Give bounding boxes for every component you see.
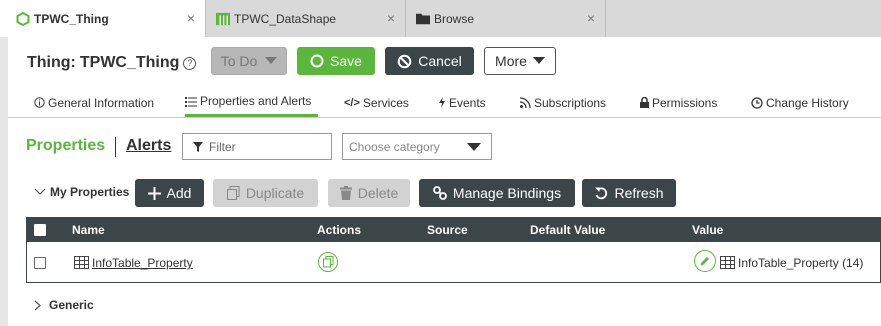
- refresh-label: Refresh: [614, 185, 664, 201]
- editor-tab-bar: TPWC_Thing × TPWC_DataShape × Browse ×: [0, 0, 881, 37]
- chevron-down-icon: [34, 188, 46, 195]
- trash-icon: [339, 186, 352, 200]
- clock-icon: [751, 96, 763, 109]
- left-edge-stripe: [0, 37, 8, 326]
- delete-label: Delete: [357, 185, 399, 201]
- generic-section-toggle[interactable]: Generic: [34, 298, 94, 312]
- filter-icon: [193, 141, 203, 152]
- my-properties-toggle[interactable]: My Properties: [34, 185, 129, 199]
- chevron-down-icon: [265, 57, 278, 64]
- page-title: Thing: TPWC_Thing ?: [27, 49, 197, 77]
- duplicate-label: Duplicate: [245, 185, 305, 201]
- tab-tpwc-thing[interactable]: TPWC_Thing ×: [0, 0, 205, 37]
- properties-table: Name Actions Source Default Value Value …: [26, 217, 881, 283]
- close-icon[interactable]: ×: [187, 11, 195, 25]
- close-icon[interactable]: ×: [587, 11, 595, 25]
- link-icon: [433, 186, 447, 200]
- chevron-down-icon: [467, 143, 481, 151]
- tab-events[interactable]: Events: [438, 88, 486, 117]
- add-button[interactable]: Add: [135, 179, 204, 207]
- tab-label: Events: [449, 95, 486, 110]
- row-checkbox[interactable]: [34, 257, 46, 269]
- tab-label: Change History: [766, 95, 849, 110]
- property-name-link[interactable]: InfoTable_Property: [92, 256, 193, 270]
- tab-label: Browse: [434, 11, 475, 26]
- tab-label: Properties and Alerts: [200, 94, 312, 108]
- folder-icon: [416, 12, 430, 26]
- category-select[interactable]: Choose category: [342, 133, 492, 160]
- category-placeholder: Choose category: [349, 139, 440, 154]
- properties-subtab[interactable]: Properties: [26, 137, 105, 155]
- help-icon[interactable]: ?: [183, 56, 197, 70]
- tab-divider: [605, 0, 606, 37]
- alerts-subtab[interactable]: Alerts: [126, 137, 171, 155]
- chevron-right-icon: [34, 300, 41, 310]
- manage-bindings-button[interactable]: Manage Bindings: [419, 179, 575, 207]
- delete-button[interactable]: Delete: [328, 179, 410, 207]
- tab-label: TPWC_Thing: [34, 11, 109, 26]
- filter-placeholder: Filter: [209, 139, 236, 154]
- lock-icon: [640, 97, 649, 108]
- rss-icon: [520, 97, 531, 108]
- chevron-down-icon: [532, 57, 545, 64]
- group-label: My Properties: [50, 185, 130, 199]
- tab-tpwc-datashape[interactable]: TPWC_DataShape ×: [206, 0, 405, 37]
- generic-label: Generic: [49, 298, 94, 312]
- ban-icon: [397, 54, 412, 68]
- thing-hexagon-icon: [16, 11, 30, 26]
- entity-nav-tabs: General Information Properties and Alert…: [8, 88, 881, 118]
- duplicate-button[interactable]: Duplicate: [213, 179, 318, 207]
- bolt-icon: [438, 97, 446, 108]
- tab-change-history[interactable]: Change History: [751, 88, 849, 117]
- tab-services[interactable]: </> Services: [344, 88, 409, 117]
- save-label: Save: [330, 53, 362, 69]
- column-header-source[interactable]: Source: [427, 223, 468, 237]
- tab-label: General Information: [48, 95, 155, 110]
- todo-label: To Do: [220, 53, 258, 69]
- manage-bindings-label: Manage Bindings: [452, 185, 562, 201]
- circle-icon: [310, 54, 324, 68]
- more-label: More: [495, 53, 527, 69]
- tab-browse[interactable]: Browse ×: [406, 0, 605, 37]
- tab-label: Subscriptions: [534, 95, 607, 110]
- tab-label: Services: [362, 95, 409, 110]
- value-cell: InfoTable_Property (14): [738, 256, 864, 270]
- more-button[interactable]: More: [484, 47, 556, 75]
- close-icon[interactable]: ×: [387, 11, 395, 25]
- todo-button[interactable]: To Do: [211, 47, 287, 75]
- datashape-icon: [216, 12, 230, 26]
- select-all-checkbox[interactable]: [34, 224, 46, 236]
- subtab-divider: [115, 137, 116, 157]
- cancel-button[interactable]: Cancel: [385, 47, 474, 75]
- infotable-icon: [720, 256, 735, 269]
- copy-icon[interactable]: [318, 252, 338, 272]
- tab-general-information[interactable]: General Information: [34, 88, 154, 117]
- add-label: Add: [166, 185, 192, 201]
- filter-input[interactable]: Filter: [182, 133, 332, 160]
- entity-name: TPWC_Thing: [79, 54, 180, 71]
- table-header: Name Actions Source Default Value Value: [27, 218, 881, 242]
- refresh-icon: [595, 187, 608, 200]
- refresh-button[interactable]: Refresh: [582, 179, 676, 207]
- tab-label: Permissions: [652, 95, 718, 110]
- code-icon: </>: [344, 96, 360, 109]
- table-row: InfoTable_Property InfoTable_Property (1…: [27, 242, 881, 283]
- column-header-value[interactable]: Value: [692, 223, 723, 237]
- copy-icon: [226, 186, 240, 200]
- cancel-label: Cancel: [418, 53, 462, 69]
- tab-label: TPWC_DataShape: [234, 11, 337, 26]
- infotable-icon: [74, 256, 89, 269]
- tab-permissions[interactable]: Permissions: [640, 88, 717, 117]
- list-icon: [185, 96, 197, 107]
- info-icon: [34, 97, 45, 108]
- entity-type-label: Thing:: [27, 54, 76, 71]
- save-button[interactable]: Save: [297, 47, 375, 75]
- tab-subscriptions[interactable]: Subscriptions: [520, 88, 606, 117]
- column-header-actions: Actions: [317, 223, 362, 237]
- pencil-icon[interactable]: [694, 250, 716, 272]
- tab-properties-and-alerts[interactable]: Properties and Alerts: [185, 88, 318, 117]
- plus-icon: [147, 186, 161, 200]
- column-header-name[interactable]: Name: [72, 223, 105, 237]
- column-header-default-value[interactable]: Default Value: [530, 223, 605, 237]
